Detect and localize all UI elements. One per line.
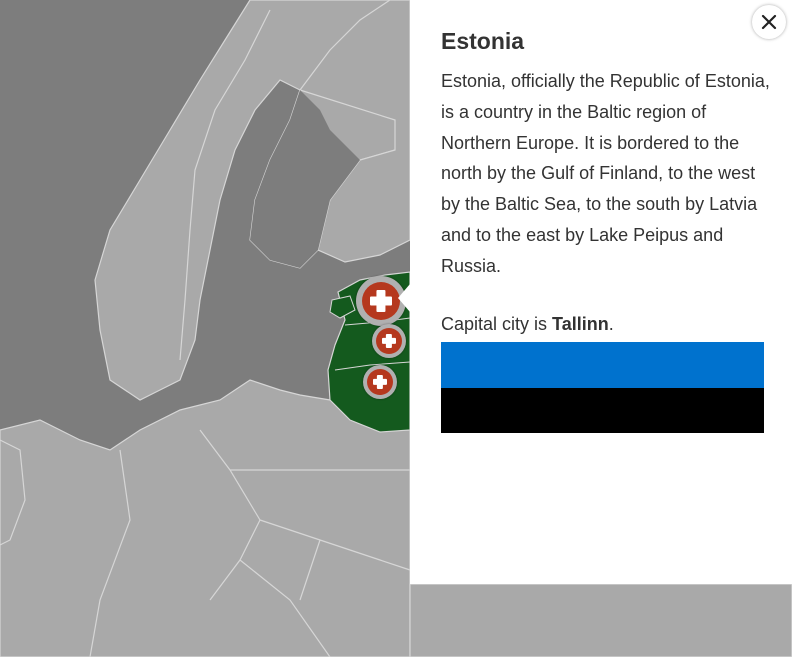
- close-button[interactable]: [752, 5, 786, 39]
- marker-latvia[interactable]: [372, 324, 406, 358]
- plus-icon: [367, 369, 393, 395]
- capital-prefix: Capital city is: [441, 314, 553, 334]
- plus-icon: [376, 328, 402, 354]
- info-panel: Estonia Estonia, officially the Republic…: [410, 0, 792, 584]
- plus-icon: [362, 282, 400, 320]
- flag-stripe-black: [441, 387, 764, 434]
- close-icon: [761, 14, 777, 30]
- capital-suffix: .: [608, 314, 614, 334]
- country-title: Estonia: [441, 28, 525, 54]
- flag-stripe-white: [441, 433, 764, 480]
- panel-pointer: [398, 284, 410, 312]
- capital-name: Tallinn: [552, 314, 609, 334]
- capital-line: Capital city is Tallinn.: [441, 314, 614, 335]
- flag-stripe-blue: [441, 342, 764, 388]
- marker-lithuania[interactable]: [363, 365, 397, 399]
- country-flag: [441, 342, 764, 480]
- land-east: [409, 583, 792, 657]
- country-description: Estonia, officially the Republic of Esto…: [441, 71, 770, 276]
